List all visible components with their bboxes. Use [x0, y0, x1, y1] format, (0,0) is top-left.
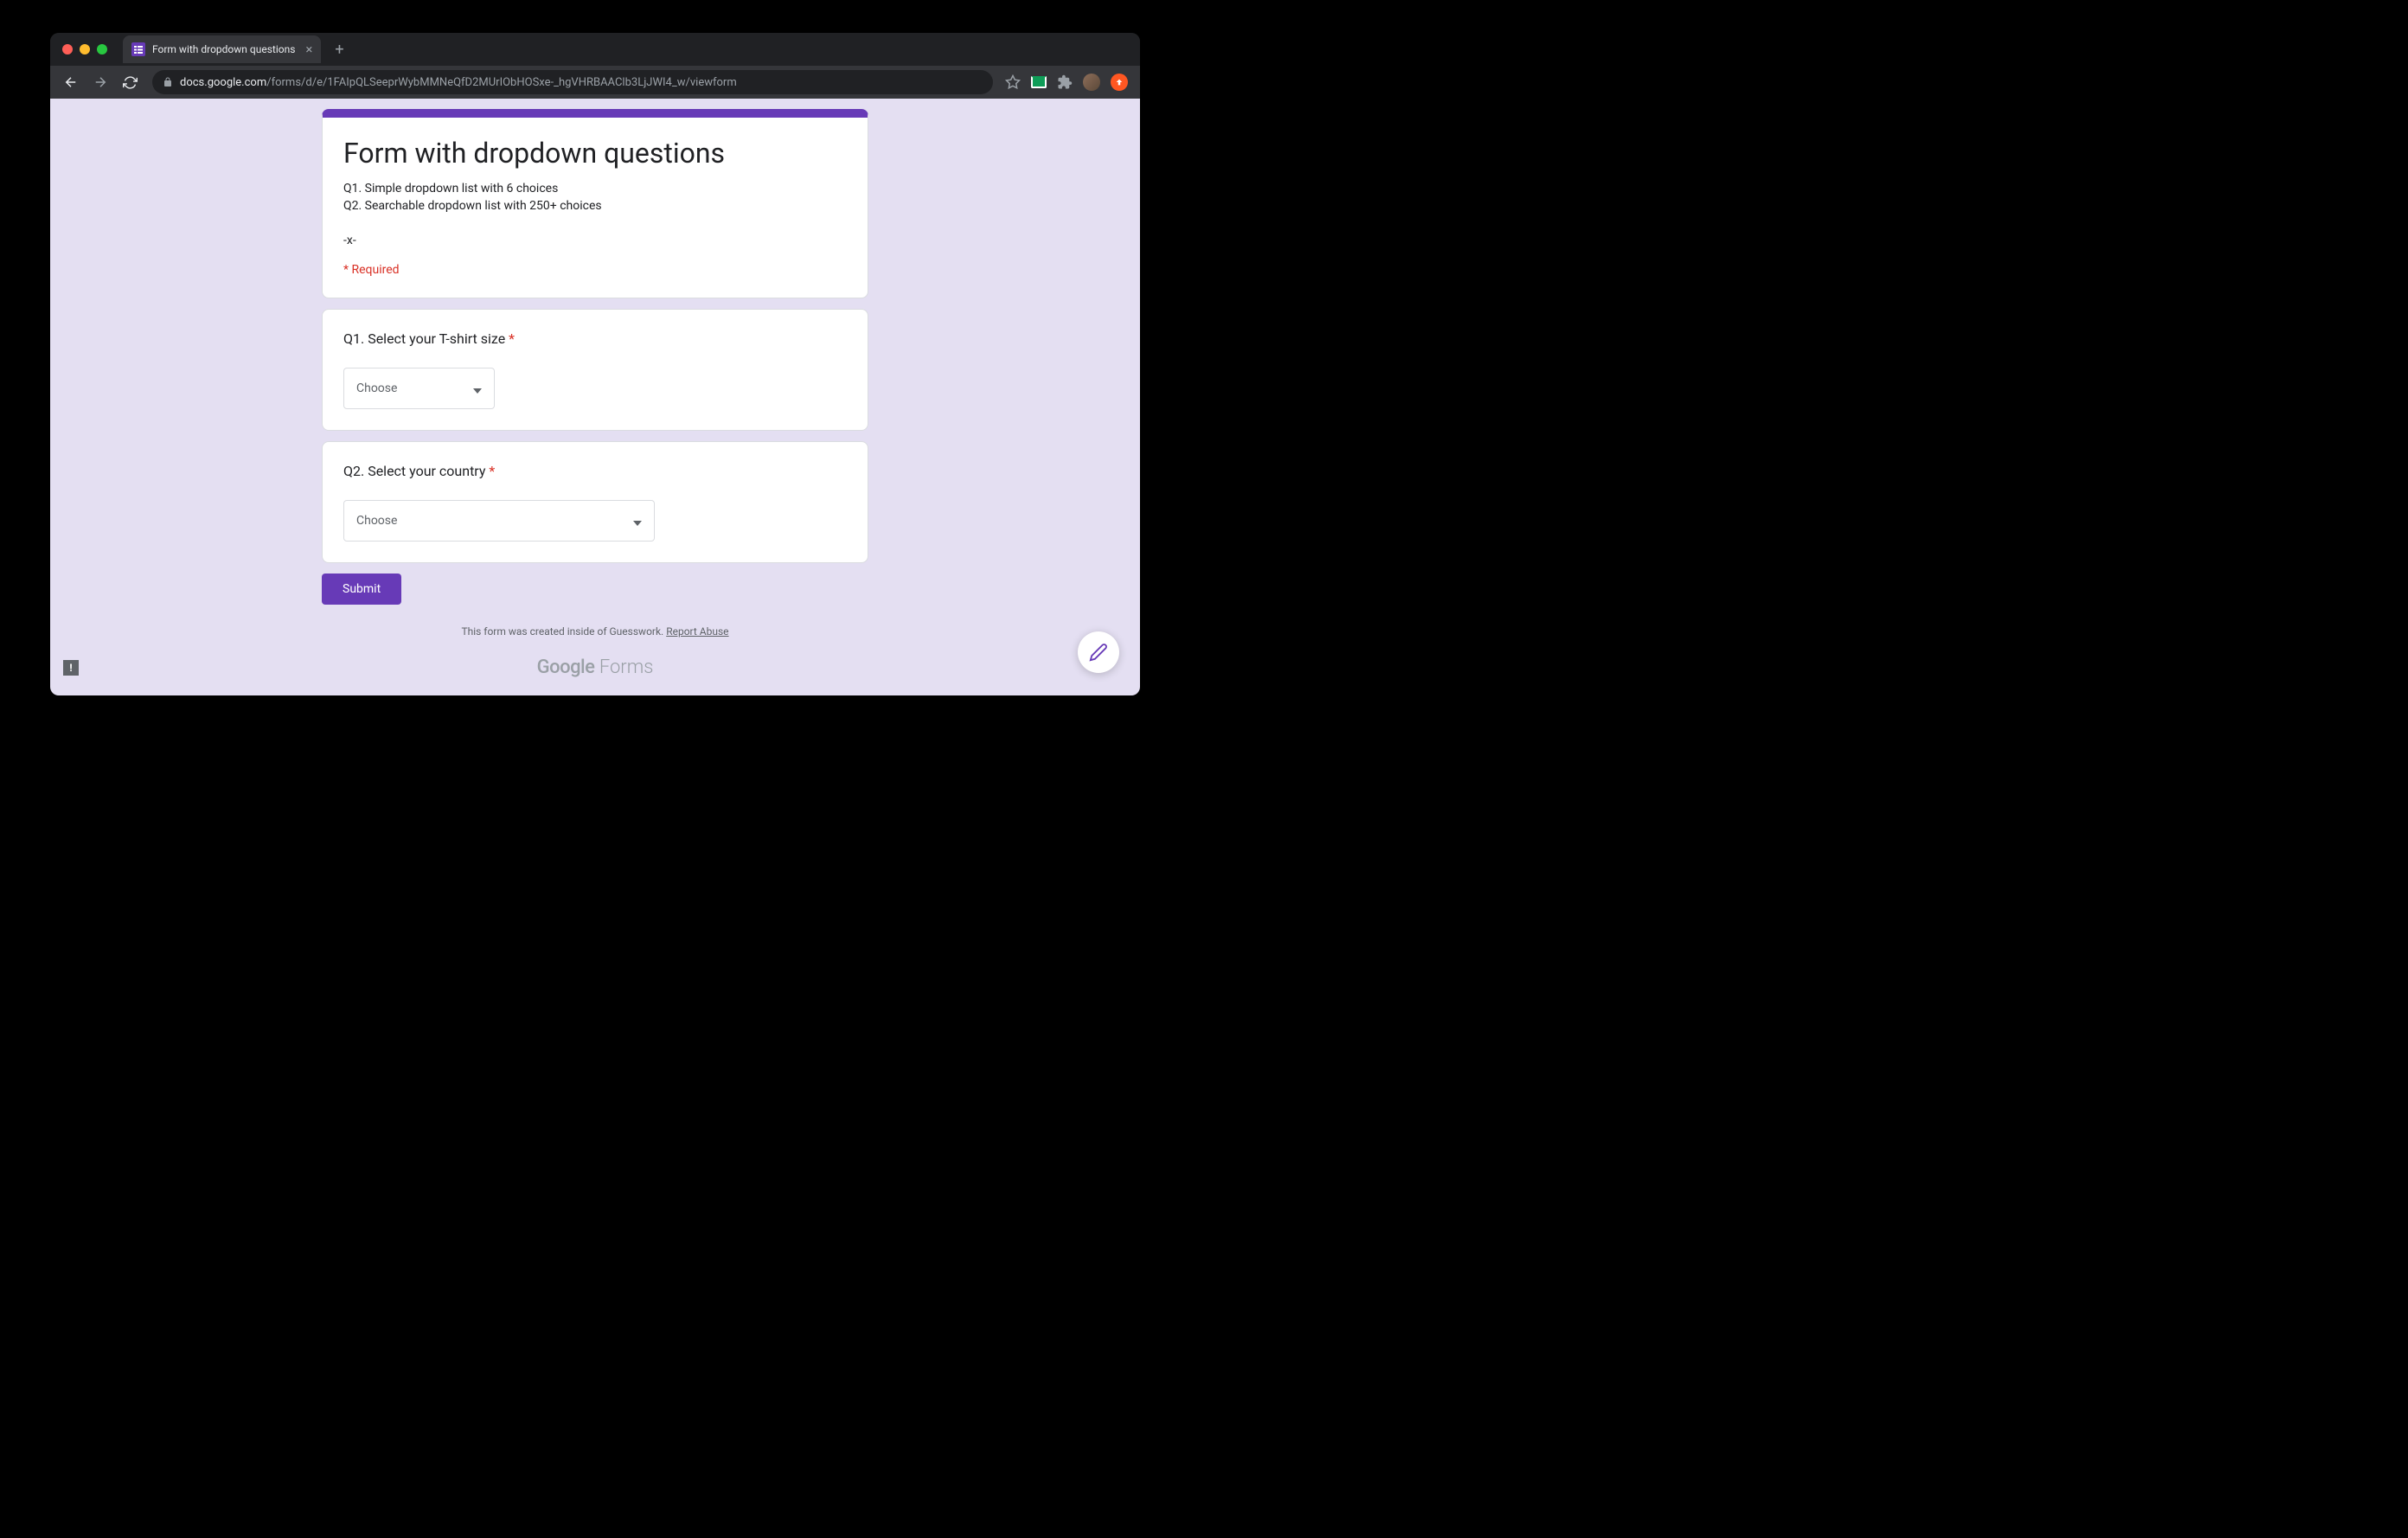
report-abuse-link[interactable]: Report Abuse [666, 625, 728, 638]
required-star: * [509, 330, 515, 347]
back-button[interactable] [59, 70, 83, 94]
submit-button[interactable]: Submit [322, 574, 401, 605]
tab-bar: Form with dropdown questions × + [50, 33, 1140, 66]
minimize-window-button[interactable] [80, 44, 90, 54]
address-bar: docs.google.com/forms/d/e/1FAIpQLSeeprWy… [50, 66, 1140, 99]
page-content: Form with dropdown questions Q1. Simple … [50, 99, 1140, 695]
profile-avatar-icon[interactable] [1083, 74, 1100, 91]
update-notification-icon[interactable] [1111, 74, 1128, 91]
mail-extension-icon[interactable] [1031, 74, 1047, 90]
window-controls [62, 44, 107, 54]
question-title-q2: Q2. Select your country * [343, 463, 847, 479]
url-text: docs.google.com/forms/d/e/1FAIpQLSeeprWy… [180, 76, 737, 89]
form-header-card: Form with dropdown questions Q1. Simple … [322, 109, 868, 298]
reload-button[interactable] [118, 70, 142, 94]
chevron-down-icon [633, 513, 642, 529]
required-legend: * Required [343, 263, 847, 277]
form-container: Form with dropdown questions Q1. Simple … [322, 109, 868, 678]
forward-button[interactable] [88, 70, 112, 94]
form-title: Form with dropdown questions [343, 137, 847, 170]
extensions-icon[interactable] [1057, 74, 1073, 90]
bookmark-star-icon[interactable] [1005, 74, 1021, 90]
dropdown-placeholder: Choose [356, 381, 397, 395]
question-title-q1: Q1. Select your T-shirt size * [343, 330, 847, 347]
google-forms-brand[interactable]: Google Forms [322, 657, 868, 678]
tab-title: Form with dropdown questions [152, 43, 295, 55]
question-card-q1: Q1. Select your T-shirt size * Choose [322, 309, 868, 431]
feedback-button[interactable]: ! [63, 660, 79, 676]
close-window-button[interactable] [62, 44, 73, 54]
edit-form-button[interactable] [1078, 631, 1119, 673]
browser-window: Form with dropdown questions × + docs.go… [50, 33, 1140, 695]
country-dropdown[interactable]: Choose [343, 500, 655, 542]
form-description: Q1. Simple dropdown list with 6 choices … [343, 180, 847, 249]
forms-favicon-icon [131, 42, 145, 56]
footer-note: This form was created inside of Guesswor… [322, 625, 868, 638]
chevron-down-icon [473, 381, 482, 397]
tshirt-size-dropdown[interactable]: Choose [343, 368, 495, 409]
maximize-window-button[interactable] [97, 44, 107, 54]
browser-tab[interactable]: Form with dropdown questions × [123, 35, 321, 63]
dropdown-placeholder: Choose [356, 514, 397, 528]
lock-icon [163, 74, 173, 91]
question-card-q2: Q2. Select your country * Choose [322, 441, 868, 563]
required-star: * [489, 463, 495, 479]
toolbar-icons [1005, 74, 1128, 91]
close-tab-icon[interactable]: × [305, 42, 312, 57]
new-tab-button[interactable]: + [335, 41, 343, 59]
url-field[interactable]: docs.google.com/forms/d/e/1FAIpQLSeeprWy… [152, 70, 993, 94]
